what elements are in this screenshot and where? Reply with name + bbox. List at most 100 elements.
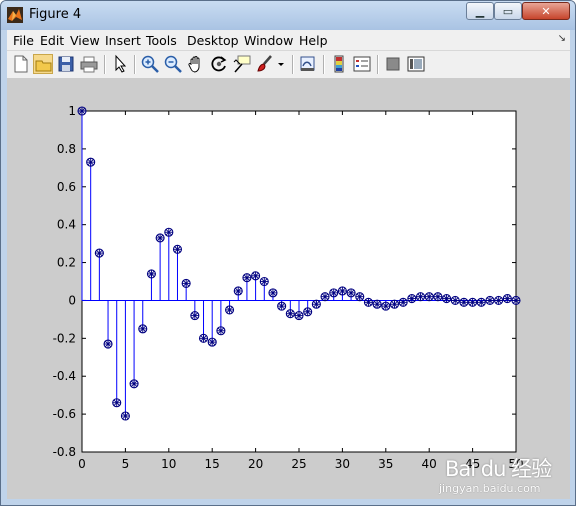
stem-marker [86, 157, 96, 167]
stem-marker [198, 333, 209, 343]
y-tick-label: -0.2 [53, 331, 76, 345]
stem-marker [320, 292, 330, 302]
stem-marker [511, 295, 521, 305]
stem-marker [181, 278, 191, 288]
new-figure-icon[interactable] [11, 54, 31, 74]
y-tick-label: 0.8 [57, 142, 76, 156]
stem-marker [389, 299, 400, 309]
menu-window[interactable]: Window [244, 33, 293, 48]
matlab-logo-icon [7, 7, 23, 23]
menu-desktop[interactable]: Desktop [187, 33, 239, 48]
stem-marker [407, 294, 417, 304]
stem-marker [363, 297, 373, 307]
y-tick-label: 0.6 [57, 180, 76, 194]
brush-dropdown-icon[interactable] [276, 54, 286, 74]
stem-marker [346, 288, 356, 298]
stem-marker [259, 276, 269, 287]
hide-plot-tools-icon[interactable] [383, 54, 403, 74]
y-tick-label: -0.8 [53, 445, 76, 459]
link-plot-icon[interactable] [298, 54, 318, 74]
axes-box [81, 110, 517, 453]
toolbar-separator [323, 55, 325, 74]
stem-marker [502, 294, 512, 304]
open-file-icon[interactable] [33, 54, 53, 74]
stem-marker [268, 288, 278, 298]
stem-marker [433, 292, 443, 302]
stem-marker [103, 339, 113, 349]
stem-marker [172, 244, 183, 254]
stem-marker [476, 297, 486, 307]
stem-marker [459, 297, 469, 307]
dock-arrow-icon[interactable]: ↘ [558, 33, 566, 44]
stem-plot: 0 5 10 15 20 25 30 35 40 45 50-0.8-0.6-0.4-0.200.2… [53, 104, 524, 471]
stem-marker [337, 286, 347, 296]
y-tick-label: -0.6 [53, 407, 76, 421]
window-title: Figure 4 [29, 7, 82, 22]
menu-tools[interactable]: Tools [146, 33, 177, 48]
menu-bar: File Edit View Insert Tools Desktop Wind… [7, 30, 570, 50]
stem-marker [494, 295, 504, 305]
stem-marker [225, 305, 235, 315]
stem-marker [146, 269, 156, 279]
x-tick-label: 20 [248, 457, 263, 471]
stem-marker [285, 309, 295, 319]
y-tick-label: -0.4 [53, 369, 76, 383]
y-tick-label: 0.4 [57, 218, 76, 232]
stem-marker [129, 379, 139, 389]
menu-view[interactable]: View [70, 33, 100, 48]
stem-marker [398, 297, 408, 307]
watermark-logo: Bai du 经验 [445, 457, 552, 481]
stem-marker [242, 273, 252, 283]
stem-marker [216, 326, 226, 336]
x-tick-label: 30 [335, 457, 350, 471]
zoom-out-icon[interactable] [163, 54, 183, 74]
data-cursor-icon[interactable] [232, 54, 252, 74]
edit-plot-arrow-icon[interactable] [110, 54, 130, 74]
stem-marker [138, 324, 148, 334]
stem-marker [450, 295, 460, 305]
stem-marker [294, 311, 304, 321]
menu-edit[interactable]: Edit [40, 33, 64, 48]
close-button[interactable]: ✕ [522, 2, 570, 20]
menu-help[interactable]: Help [299, 33, 328, 48]
stem-marker [424, 292, 434, 302]
print-icon[interactable] [79, 54, 99, 74]
x-tick-label: 15 [205, 457, 220, 471]
show-plot-tools-icon[interactable] [406, 54, 426, 74]
x-tick-label: 40 [422, 457, 437, 471]
stem-marker [190, 311, 200, 321]
title-bar[interactable]: Figure 4 ▁ ▭ ✕ [1, 1, 575, 30]
menu-file[interactable]: File [13, 33, 34, 48]
stem-marker [303, 307, 313, 317]
stem-marker [277, 301, 287, 311]
pan-hand-icon[interactable] [186, 54, 206, 74]
menu-insert[interactable]: Insert [105, 33, 141, 48]
toolbar-separator [377, 55, 379, 74]
stem-marker [442, 294, 452, 304]
close-icon: ✕ [541, 4, 551, 18]
x-tick-label: 25 [291, 457, 306, 471]
zoom-in-icon[interactable] [140, 54, 160, 74]
minimize-button[interactable]: ▁ [466, 2, 494, 20]
brush-icon[interactable] [255, 54, 275, 74]
y-tick-label: 0.2 [57, 256, 76, 270]
maximize-icon: ▭ [502, 4, 514, 18]
stem-marker [381, 301, 391, 311]
watermark-url: jingyan.baidu.com [439, 482, 541, 495]
x-tick-label: 0 [78, 457, 86, 471]
figure-canvas: 0 5 10 15 20 25 30 35 40 45 50 -0.8 -0.6 -0.4 -0.2 0 0.2… [7, 78, 570, 499]
toolbar-separator [104, 55, 106, 74]
rotate-3d-icon[interactable] [209, 54, 229, 74]
figure-window: Figure 4 ▁ ▭ ✕ File Edit View Insert Too… [0, 0, 576, 506]
save-icon[interactable] [56, 54, 76, 74]
y-tick-label: 0 [68, 293, 76, 307]
x-tick-label: 10 [161, 457, 176, 471]
colorbar-icon[interactable] [329, 54, 349, 74]
maximize-button[interactable]: ▭ [494, 2, 522, 20]
stem-marker [355, 292, 365, 302]
stem-marker [468, 297, 478, 307]
minimize-icon: ▁ [475, 4, 485, 18]
legend-icon[interactable] [352, 54, 372, 74]
stem-marker [251, 271, 261, 281]
stem-marker [94, 248, 104, 258]
